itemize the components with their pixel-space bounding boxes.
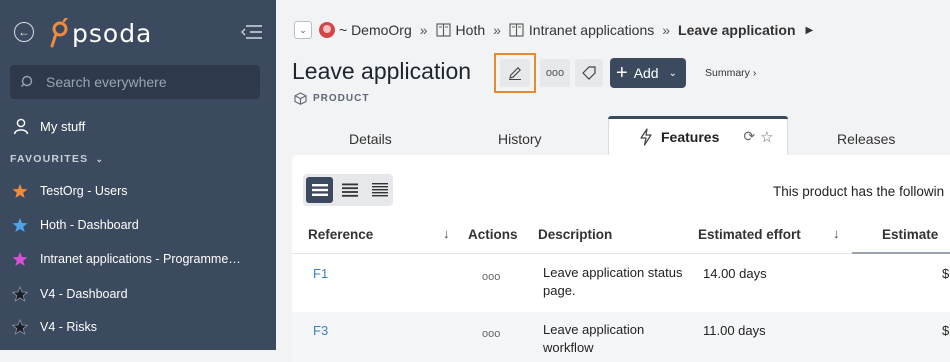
lightning-icon [640, 127, 652, 146]
sort-arrow-icon[interactable]: ↓ [833, 226, 840, 241]
breadcrumb-item[interactable]: Intranet applications [529, 22, 654, 38]
star-icon [12, 252, 28, 266]
my-stuff-link[interactable]: My stuff [12, 115, 85, 137]
list-medium-icon [341, 183, 358, 197]
pencil-icon [509, 67, 521, 80]
column-header-description[interactable]: Description [538, 227, 612, 242]
list-compact-icon [371, 183, 388, 197]
chevron-down-icon: ⌄ [668, 67, 677, 79]
table-row[interactable]: F3 ooo Leave application workflow 11.00 … [292, 312, 950, 362]
favourite-label: Intranet applications - Programme… [40, 252, 241, 266]
reference-link[interactable]: F1 [313, 266, 328, 281]
favourite-label: Hoth - Dashboard [40, 218, 139, 232]
user-icon [13, 118, 29, 135]
list-large-icon [311, 184, 328, 196]
row-description: Leave application workflow [543, 322, 645, 355]
item-type-label: PRODUCT [313, 93, 370, 104]
star-icon [12, 319, 28, 335]
view-toggle [303, 174, 393, 206]
item-type: PRODUCT [294, 92, 369, 105]
star-icon [12, 286, 28, 302]
add-label: Add [633, 65, 659, 81]
column-header-estimate[interactable]: Estimate [882, 227, 938, 242]
column-header-reference[interactable]: Reference [308, 227, 373, 242]
favourite-item-testorg-users[interactable]: TestOrg - Users [12, 180, 128, 202]
view-medium-button[interactable] [336, 177, 363, 203]
chevron-down-icon[interactable]: ⌄ [294, 21, 312, 39]
chevron-down-icon: ⌄ [95, 154, 105, 164]
edit-button[interactable] [500, 59, 530, 87]
tab-details[interactable]: Details [349, 131, 392, 147]
star-outline-icon[interactable]: ☆ [760, 128, 773, 146]
breadcrumb-item[interactable]: Hoth [456, 22, 486, 38]
arrow-left-icon: ← [18, 25, 30, 39]
features-panel: This product has the followin Reference … [292, 155, 950, 362]
psoda-logo[interactable]: psoda [48, 18, 152, 48]
sidebar: ← psoda My stuff F [0, 0, 276, 350]
favourite-item-v4-dashboard[interactable]: V4 - Dashboard [12, 283, 128, 305]
column-header-estimated-effort[interactable]: Estimated effort [698, 227, 801, 242]
tag-icon [582, 66, 596, 80]
breadcrumb-current: Leave application [678, 22, 796, 38]
favourite-item-hoth-dashboard[interactable]: Hoth - Dashboard [12, 214, 139, 236]
back-button[interactable]: ← [14, 22, 34, 42]
star-icon [12, 184, 28, 198]
tab-features-label: Features [661, 128, 720, 145]
breadcrumb: ⌄ ~ DemoOrg » Hoth » Intranet applicatio… [294, 18, 813, 42]
tag-button[interactable] [575, 59, 603, 87]
breadcrumb-org[interactable]: ~ DemoOrg [339, 22, 412, 38]
row-effort: 11.00 days [703, 323, 766, 338]
main-content: ⌄ ~ DemoOrg » Hoth » Intranet applicatio… [276, 0, 950, 362]
caret-right-icon[interactable]: ▶ [806, 25, 814, 36]
more-options-button[interactable]: ooo [540, 59, 570, 87]
org-logo-icon [319, 22, 335, 38]
tab-releases[interactable]: Releases [837, 131, 895, 147]
star-icon [12, 218, 28, 232]
search-icon [21, 75, 33, 87]
view-large-button[interactable] [306, 177, 333, 203]
logo-text: psoda [72, 18, 153, 48]
row-actions-button[interactable]: ooo [482, 271, 500, 283]
row-effort: 14.00 days [703, 266, 767, 281]
favourite-label: V4 - Risks [40, 320, 97, 334]
column-header-actions: Actions [468, 227, 518, 242]
favourite-label: V4 - Dashboard [40, 287, 128, 301]
more-horizontal-icon: ooo [545, 67, 565, 79]
favourite-label: TestOrg - Users [40, 184, 128, 198]
cube-icon [294, 92, 307, 105]
page-title: Leave application [292, 58, 472, 84]
my-stuff-label: My stuff [40, 118, 86, 134]
tab-features[interactable]: Features ⟳ ☆ [608, 116, 788, 156]
table-row[interactable]: F1 ooo Leave application status page. 14… [292, 254, 950, 312]
reference-link[interactable]: F3 [313, 323, 328, 338]
refresh-icon[interactable]: ⟳ [743, 128, 755, 145]
favourite-item-v4-risks[interactable]: V4 - Risks [12, 316, 97, 338]
sort-arrow-icon[interactable]: ↓ [443, 226, 450, 241]
plus-icon: + [616, 62, 628, 84]
breadcrumb-separator: » [419, 22, 428, 38]
collapse-menu-icon[interactable] [240, 24, 262, 40]
book-icon [435, 23, 451, 37]
breadcrumb-separator: » [493, 22, 501, 38]
row-estimate: $1 [942, 266, 950, 281]
favourite-item-intranet-applications[interactable]: Intranet applications - Programme… [12, 248, 241, 270]
search-input[interactable] [44, 73, 248, 91]
favourites-heading[interactable]: FAVOURITES ⌄ [10, 153, 104, 165]
row-actions-button[interactable]: ooo [482, 328, 500, 340]
sidebar-header: ← psoda [0, 0, 276, 62]
psoda-logo-icon [50, 18, 69, 48]
search-box[interactable] [10, 65, 260, 99]
row-estimate: $ [942, 323, 950, 338]
breadcrumb-separator: » [662, 22, 671, 38]
add-button[interactable]: + Add ⌄ [610, 58, 686, 88]
info-text: This product has the followin [773, 184, 945, 199]
edit-highlight [494, 53, 536, 93]
book-icon [509, 23, 524, 37]
row-description: Leave application status page. [543, 265, 683, 298]
view-compact-button[interactable] [366, 177, 393, 203]
favourites-heading-label: FAVOURITES [10, 153, 89, 165]
summary-link[interactable]: Summary › [705, 67, 756, 79]
tab-history[interactable]: History [498, 131, 542, 147]
